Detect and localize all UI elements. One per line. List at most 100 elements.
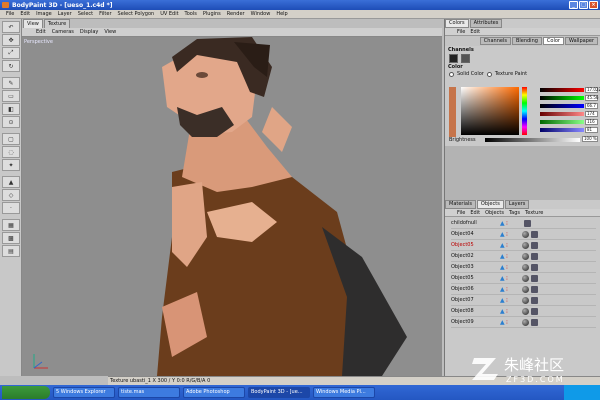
tab-attributes[interactable]: Attributes [469,19,503,28]
menu-render[interactable]: Render [227,11,245,17]
viewport-menu-view[interactable]: View [104,29,116,35]
tab-view[interactable]: View [23,19,43,28]
menu-edit[interactable]: Edit [20,11,30,17]
minimize-button[interactable]: _ [569,1,578,9]
menu-select-polygon[interactable]: Select Polygon [118,11,155,17]
visibility-dots-icon[interactable]: ⁝ [506,231,512,238]
move-icon[interactable]: ✥ [2,34,20,46]
subtab-wallpaper[interactable]: Wallpaper [564,37,598,45]
objects-menu-texture[interactable]: Texture [525,210,543,216]
eraser-icon[interactable]: ▭ [2,90,20,102]
visibility-dots-icon[interactable]: ⁝ [506,264,512,271]
visibility-dots-icon[interactable]: ⁝ [506,242,512,249]
texture-tag-icon[interactable] [531,241,538,249]
start-button[interactable] [2,386,50,399]
menu-plugins[interactable]: Plugins [203,11,221,17]
texture-tag-icon[interactable] [531,296,538,304]
magic-wand-icon[interactable]: ✦ [2,159,20,171]
close-button[interactable]: × [589,1,598,9]
objects-menu-objects[interactable]: Objects [485,210,504,216]
taskbar-item[interactable]: 5 Windows Explorer [53,387,115,398]
menu-file[interactable]: File [6,11,14,17]
object-name[interactable]: Object02 [451,253,486,259]
subtab-channels[interactable]: Channels [479,37,511,45]
object-row[interactable]: Object03 ▲ ⁝ [451,262,596,273]
color-menu-edit[interactable]: Edit [470,29,480,35]
color-picker-field[interactable] [461,87,519,135]
point-mode-icon[interactable]: · [2,202,20,214]
material-tag-icon[interactable] [522,252,529,260]
texture-tag-icon[interactable] [531,307,538,315]
texture-tag-icon[interactable] [531,318,538,326]
object-name[interactable]: Object07 [451,297,486,303]
object-name[interactable]: childofnull [451,220,486,226]
objects-menu-file[interactable]: File [457,210,465,216]
texture-tag-icon[interactable] [531,230,538,238]
menu-help[interactable]: Help [276,11,287,17]
material-tag-icon[interactable] [522,274,529,282]
slider-value[interactable]: 174 [585,111,598,117]
current-color-swatch[interactable] [449,87,456,137]
color-menu-file[interactable]: File [457,29,465,35]
material-tag-icon[interactable] [522,307,529,315]
maximize-button[interactable]: □ [579,1,588,9]
object-row[interactable]: childofnull ▲ ⁝ [451,218,596,229]
object-row[interactable]: Object07 ▲ ⁝ [451,295,596,306]
brightness-value[interactable]: 100 % [582,136,598,142]
object-name[interactable]: Object08 [451,308,486,314]
uv-icon[interactable]: ▩ [2,232,20,244]
slider-value[interactable]: 81 [585,127,598,133]
taskbar-item[interactable]: tiste.mas [118,387,180,398]
menu-layer[interactable]: Layer [58,11,72,17]
slider-value[interactable]: 45.56 [585,95,598,101]
material-tag-icon[interactable] [522,263,529,271]
object-row[interactable]: Object08 ▲ ⁝ [451,306,596,317]
visibility-dots-icon[interactable]: ⁝ [506,297,512,304]
texture-icon[interactable]: ▤ [2,245,20,257]
taskbar-item[interactable]: Adobe Photoshop [183,387,245,398]
tab-layers[interactable]: Layers [504,200,530,209]
slider-value[interactable]: 116 [585,119,598,125]
object-row[interactable]: Object05 ▲ ⁝ [451,240,596,251]
brush-icon[interactable]: ✎ [2,77,20,89]
object-name[interactable]: Object05 [451,275,486,281]
scale-icon[interactable]: ⤢ [2,47,20,59]
solid-color-radio[interactable] [449,71,454,77]
taskbar-item[interactable]: Windows Media Pl... [313,387,375,398]
select-lasso-icon[interactable]: ◌ [2,146,20,158]
visibility-dots-icon[interactable]: ⁝ [506,253,512,260]
object-row[interactable]: Object09 ▲ ⁝ [451,317,596,328]
edge-mode-icon[interactable]: ◇ [2,189,20,201]
viewport-menu-edit[interactable]: Edit [36,29,46,35]
objects-menu-edit[interactable]: Edit [470,210,480,216]
object-name[interactable]: Object03 [451,264,486,270]
polygon-mode-icon[interactable]: ▲ [2,176,20,188]
channel-swatch[interactable] [461,54,470,63]
3d-viewport[interactable]: Perspective [22,37,442,376]
system-tray[interactable] [564,385,600,400]
tab-texture[interactable]: Texture [43,19,71,28]
object-name[interactable]: Object05 [451,242,486,248]
subtab-blending[interactable]: Blending [511,37,542,45]
texture-paint-radio[interactable] [486,71,492,77]
select-rect-icon[interactable]: ▢ [2,133,20,145]
visibility-dots-icon[interactable]: ⁝ [506,319,512,326]
texture-tag-icon[interactable] [524,219,531,227]
tab-colors[interactable]: Colors [445,19,469,28]
object-row[interactable]: Object02 ▲ ⁝ [451,251,596,262]
menu-tools[interactable]: Tools [185,11,197,17]
slider-value[interactable]: 17.022 [585,87,600,93]
texture-tag-icon[interactable] [531,263,538,271]
brightness-slider[interactable] [485,138,580,142]
object-name[interactable]: Object06 [451,286,486,292]
visibility-dots-icon[interactable]: ⁝ [506,286,512,293]
menu-uv-edit[interactable]: UV Edit [160,11,178,17]
menu-window[interactable]: Window [251,11,271,17]
tab-materials[interactable]: Materials [445,200,476,209]
menu-filter[interactable]: Filter [99,11,111,17]
material-tag-icon[interactable] [522,296,529,304]
material-tag-icon[interactable] [522,285,529,293]
object-name[interactable]: Object04 [451,231,486,237]
object-name[interactable]: Object09 [451,319,486,325]
viewport-menu-cameras[interactable]: Cameras [52,29,74,35]
